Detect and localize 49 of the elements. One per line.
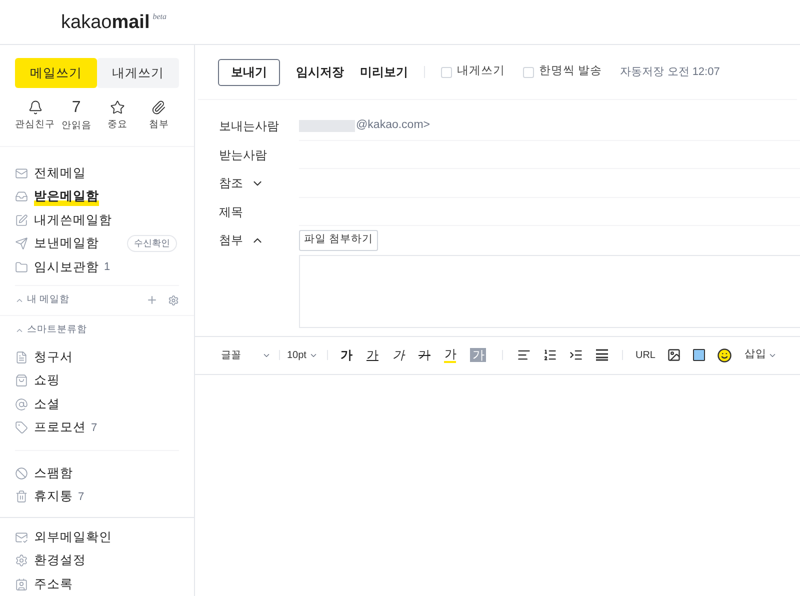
mailbox-link[interactable]: 프로모션 (34, 418, 86, 438)
mailbox-link[interactable]: 휴지통 (34, 487, 73, 506)
font-size-dropdown[interactable]: 10pt (287, 348, 318, 362)
quick-link-label[interactable]: 관심친구 (15, 118, 55, 132)
format-button[interactable]: 가 (444, 347, 456, 363)
mailbox-link[interactable]: 받은메일함 (34, 187, 99, 206)
field-label: 보내는사람 (219, 118, 279, 135)
attach-file-button[interactable]: 파일 첨부하기 (299, 230, 378, 251)
quick-link-label[interactable]: 안읽음 (61, 119, 92, 134)
quick-link-label[interactable]: 중요 (108, 118, 128, 132)
mailbox-link[interactable]: 쇼핑 (34, 371, 60, 390)
autosave-status: 자동저장 오전 12:07 (620, 64, 720, 80)
field-label: 제목 (219, 204, 243, 220)
mailbox-link[interactable]: 내게쓴메일함 (34, 210, 112, 230)
mailbox-link[interactable]: 외부메일확인 (34, 528, 112, 547)
send-button[interactable]: 보내기 (218, 58, 280, 86)
field-label: 첨부 (219, 232, 243, 249)
mailbox-link[interactable]: 전체메일 (34, 164, 86, 182)
section-title[interactable]: 내 메일함 (27, 293, 70, 308)
format-button[interactable]: 가 (340, 348, 352, 362)
mailbox-link[interactable]: 스팸함 (34, 464, 73, 483)
write-to-me-button[interactable]: 내게쓰기 (97, 58, 179, 88)
save-draft-button[interactable]: 임시저장 (296, 58, 344, 86)
read-receipt-button[interactable]: 수신확인 (127, 234, 177, 252)
insert-dropdown[interactable]: 삽입 (744, 347, 778, 363)
field-label: 받는사람 (219, 146, 267, 164)
mailbox-link[interactable]: 보낸메일함 (34, 234, 99, 253)
mailbox-link[interactable]: 청구서 (34, 348, 73, 367)
mailbox-link[interactable]: 주소록 (34, 574, 73, 594)
mail-count: 1 (104, 260, 110, 275)
mailbox-link[interactable]: 임시보관함 (34, 258, 99, 276)
write-mail-button[interactable]: 메일쓰기 (15, 58, 97, 88)
option-label[interactable]: 내게쓰기 (457, 63, 505, 81)
quick-link-label[interactable]: 첨부 (148, 118, 169, 132)
option-label[interactable]: 한명씩 발송 (539, 63, 602, 81)
format-button[interactable]: 가 (418, 348, 430, 362)
mail-count: 7 (91, 420, 98, 436)
format-button[interactable]: 가 (366, 348, 378, 362)
mail-count: 7 (78, 490, 84, 504)
font-dropdown[interactable]: 글꼴 (221, 348, 271, 362)
unread-count[interactable]: 7 (72, 100, 81, 116)
field-label: 참조 (219, 175, 243, 192)
section-title[interactable]: 스마트분류함 (27, 323, 87, 338)
preview-button[interactable]: 미리보기 (360, 58, 408, 86)
mailbox-link[interactable]: 환경설정 (34, 551, 86, 570)
input-field[interactable]: @kakao.com> (299, 112, 800, 140)
mailbox-link[interactable]: 소셜 (34, 394, 60, 414)
format-button[interactable]: 가 (392, 348, 404, 362)
link-button[interactable]: URL (635, 348, 656, 362)
